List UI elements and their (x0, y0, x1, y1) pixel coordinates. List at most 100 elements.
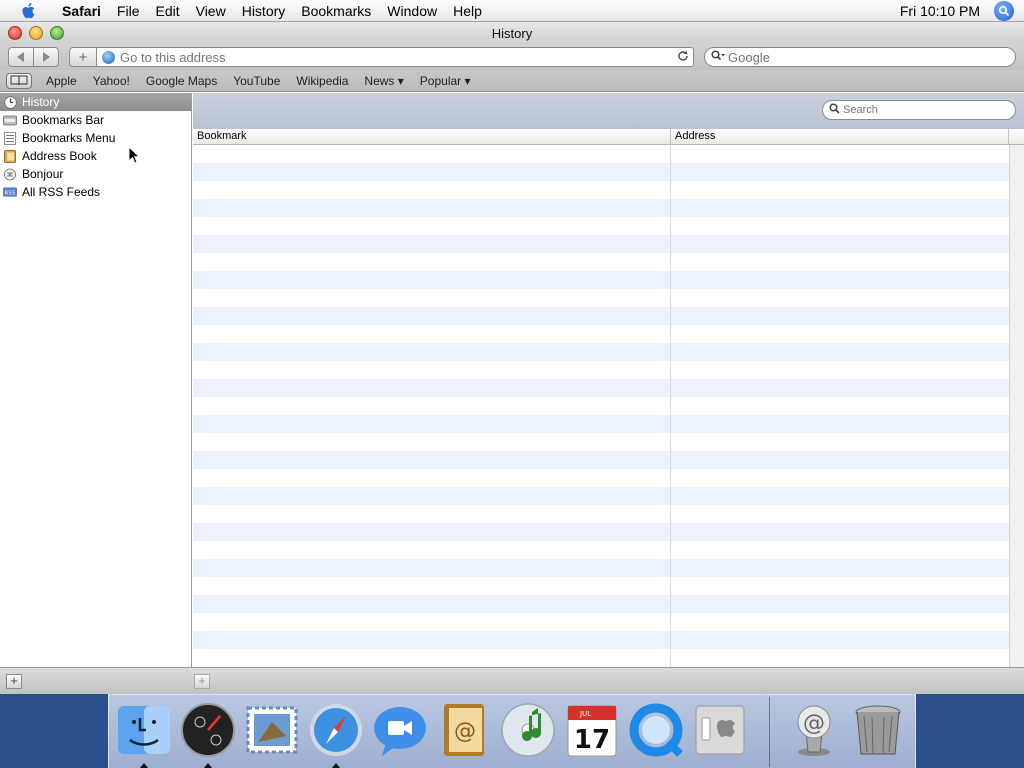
bookmark-cell (193, 289, 671, 307)
dock-quicktime-icon[interactable] (627, 701, 685, 759)
table-row[interactable] (193, 253, 1009, 271)
vertical-scrollbar[interactable] (1009, 145, 1024, 667)
sidebar-item-address-book[interactable]: Address Book (0, 147, 191, 165)
table-row[interactable] (193, 397, 1009, 415)
bookmark-folder-popular[interactable]: Popular ▾ (412, 74, 479, 88)
table-row[interactable] (193, 649, 1009, 667)
table-row[interactable] (193, 415, 1009, 433)
apple-menu-icon[interactable] (16, 0, 42, 22)
add-bookmark-button[interactable]: + (69, 47, 97, 67)
table-row[interactable] (193, 433, 1009, 451)
column-header-bookmark[interactable]: Bookmark (193, 129, 671, 144)
menu-safari[interactable]: Safari (54, 3, 109, 19)
menu-view[interactable]: View (188, 3, 234, 19)
table-row[interactable] (193, 289, 1009, 307)
dock-itunes-icon[interactable] (499, 701, 557, 759)
table-row[interactable] (193, 217, 1009, 235)
table-row[interactable] (193, 541, 1009, 559)
dock-ical-icon[interactable]: JUL 17 (563, 701, 621, 759)
bookmark-cell (193, 361, 671, 379)
table-row[interactable] (193, 145, 1009, 163)
dock-address-book-icon[interactable]: @ (435, 701, 493, 759)
table-row[interactable] (193, 271, 1009, 289)
back-button[interactable] (8, 47, 34, 67)
menu-file[interactable]: File (109, 3, 148, 19)
table-row[interactable] (193, 163, 1009, 181)
search-icon (829, 103, 840, 117)
table-row[interactable] (193, 505, 1009, 523)
dock-ichat-icon[interactable] (371, 701, 429, 759)
dock-system-preferences-icon[interactable] (691, 701, 749, 759)
sidebar-item-bonjour[interactable]: Bonjour (0, 165, 191, 183)
dock-mail-downloads-icon[interactable]: @ (785, 701, 843, 759)
menu-bookmarks[interactable]: Bookmarks (293, 3, 379, 19)
menu-help[interactable]: Help (445, 3, 490, 19)
address-cell (671, 217, 1009, 235)
bookmark-cell (193, 649, 671, 667)
table-row[interactable] (193, 361, 1009, 379)
menu-history[interactable]: History (234, 3, 294, 19)
bookmark-folder-news[interactable]: News ▾ (356, 74, 411, 88)
bookmark-cell (193, 163, 671, 181)
bookmarks-bar: Apple Yahoo! Google Maps YouTube Wikiped… (0, 70, 1024, 92)
table-row[interactable] (193, 307, 1009, 325)
spotlight-icon[interactable] (994, 0, 1014, 21)
title-bar[interactable]: History (0, 22, 1024, 44)
menu-window[interactable]: Window (379, 3, 445, 19)
zoom-window-button[interactable] (50, 26, 64, 40)
table-row[interactable] (193, 523, 1009, 541)
sidebar-item-bookmarks-menu[interactable]: Bookmarks Menu (0, 129, 191, 147)
dock-trash-icon[interactable] (849, 701, 907, 759)
address-cell (671, 541, 1009, 559)
address-bar[interactable] (96, 47, 694, 67)
address-cell (671, 145, 1009, 163)
table-row[interactable] (193, 487, 1009, 505)
menu-edit[interactable]: Edit (147, 3, 187, 19)
table-row[interactable] (193, 577, 1009, 595)
dock-safari-icon[interactable] (307, 701, 365, 759)
bookmark-apple[interactable]: Apple (38, 74, 85, 88)
column-header-address[interactable]: Address (671, 129, 1009, 144)
address-input[interactable] (120, 49, 673, 65)
dock-mail-icon[interactable] (243, 701, 301, 759)
address-cell (671, 433, 1009, 451)
bookmark-wikipedia[interactable]: Wikipedia (288, 74, 356, 88)
close-window-button[interactable] (8, 26, 22, 40)
minimize-window-button[interactable] (29, 26, 43, 40)
google-search-field[interactable] (704, 47, 1016, 67)
table-row[interactable] (193, 595, 1009, 613)
table-row[interactable] (193, 199, 1009, 217)
menubar-clock[interactable]: Fri 10:10 PM (900, 3, 980, 19)
sidebar-item-bookmarks-bar[interactable]: Bookmarks Bar (0, 111, 191, 129)
google-search-input[interactable] (728, 49, 1015, 65)
dock-dashboard-icon[interactable] (179, 701, 237, 759)
sidebar-item-all-rss-feeds[interactable]: RSS All RSS Feeds (0, 183, 191, 201)
address-cell (671, 307, 1009, 325)
bookmark-yahoo[interactable]: Yahoo! (85, 74, 138, 88)
bookmarks-search-input[interactable] (843, 104, 1015, 116)
table-row[interactable] (193, 181, 1009, 199)
sidebar-item-label: History (22, 95, 60, 109)
sidebar-item-history[interactable]: History (0, 93, 191, 111)
search-icon[interactable] (711, 50, 725, 64)
table-row[interactable] (193, 343, 1009, 361)
reload-icon[interactable] (673, 49, 693, 65)
table-row[interactable] (193, 559, 1009, 577)
bookmarks-search-field[interactable] (822, 100, 1016, 120)
show-all-bookmarks-icon[interactable] (6, 72, 32, 89)
table-row[interactable] (193, 451, 1009, 469)
table-row[interactable] (193, 613, 1009, 631)
address-cell (671, 235, 1009, 253)
table-row[interactable] (193, 469, 1009, 487)
table-row[interactable] (193, 325, 1009, 343)
bookmark-youtube[interactable]: YouTube (225, 74, 288, 88)
sidebar-item-label: All RSS Feeds (22, 185, 101, 199)
add-folder-button[interactable]: + (194, 674, 210, 689)
forward-button[interactable] (33, 47, 59, 67)
bookmark-google-maps[interactable]: Google Maps (138, 74, 225, 88)
dock-finder-icon[interactable] (115, 701, 173, 759)
add-collection-button[interactable]: + (6, 674, 22, 689)
table-row[interactable] (193, 379, 1009, 397)
table-row[interactable] (193, 631, 1009, 649)
table-row[interactable] (193, 235, 1009, 253)
